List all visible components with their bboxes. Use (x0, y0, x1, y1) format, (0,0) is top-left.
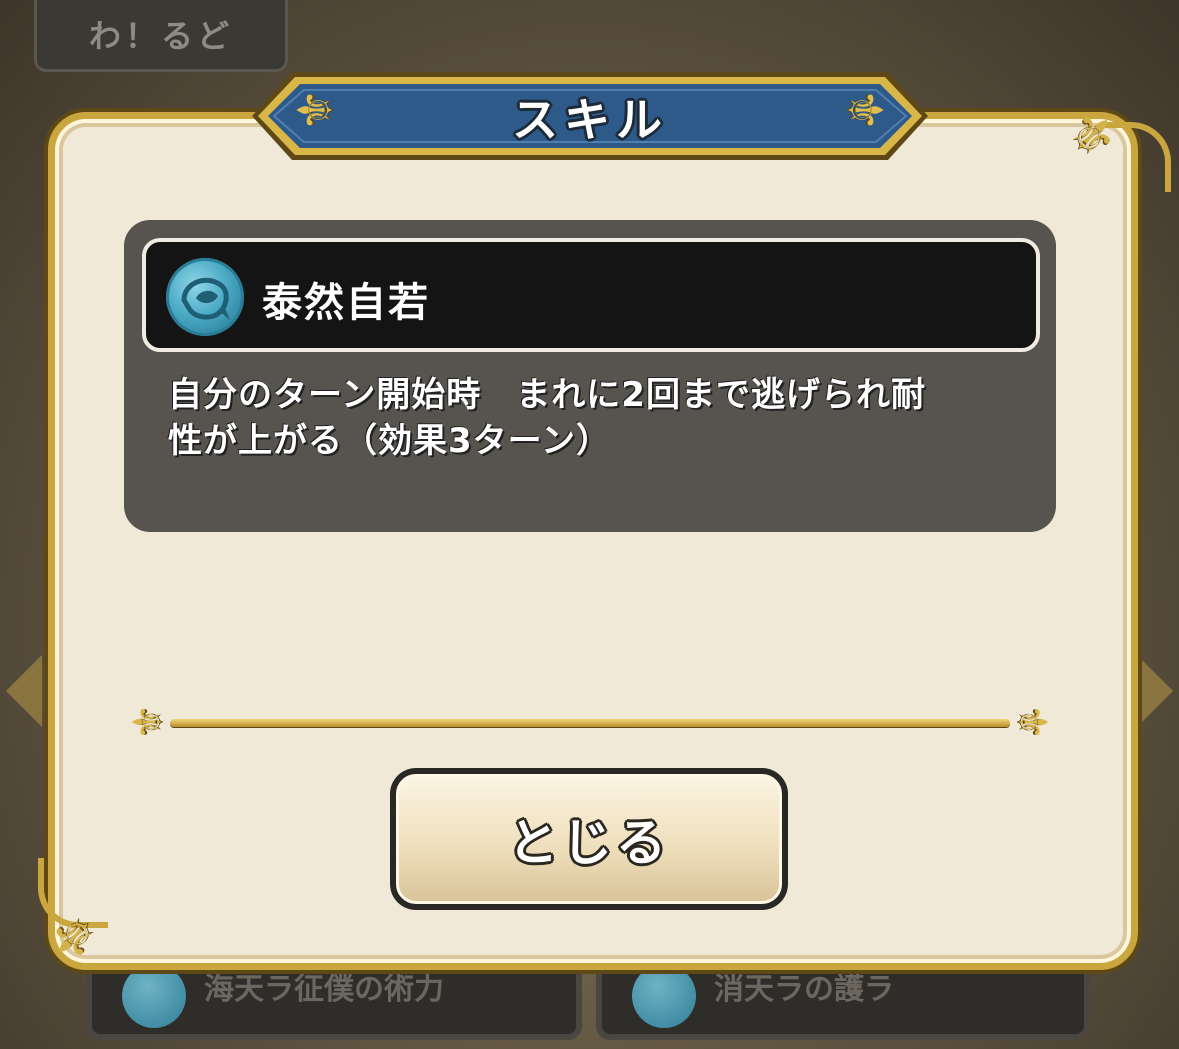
divider-rod (170, 719, 1010, 727)
background-skill-icon (122, 964, 186, 1028)
close-button-face[interactable]: とじる (396, 774, 782, 904)
fleur-de-lis-icon: ⚜ (124, 704, 171, 740)
skill-name: 泰然自若 (262, 280, 430, 326)
close-button-label: とじる (508, 814, 670, 872)
close-button[interactable]: とじる (390, 768, 788, 910)
right-arrow-icon (1137, 655, 1173, 727)
fish-skill-icon (166, 258, 244, 336)
skill-description-line: 性が上がる（効果3ターン） (168, 421, 611, 461)
fleur-de-lis-icon: ⚜ (1009, 704, 1056, 740)
skill-description: 自分のターン開始時 まれに2回まで逃げられ耐 性が上がる（効果3ターン） (168, 372, 1028, 464)
dialog-title: スキル (512, 93, 668, 147)
background-skill-label: 海天ラ征僕の術力 (204, 972, 444, 1007)
title-banner: ⚜ ⚜ スキル (252, 68, 928, 164)
left-arrow-icon (6, 655, 42, 727)
ornamental-divider: ⚜ ⚜ (125, 704, 1055, 740)
world-tab-label: わ！るど (88, 17, 233, 55)
skill-description-line: 自分のターン開始時 まれに2回まで逃げられ耐 (168, 375, 926, 415)
background-skill-label: 消天ラの護ラ (714, 972, 894, 1007)
world-tab[interactable]: わ！るど (34, 0, 288, 72)
background-skill-icon (632, 964, 696, 1028)
